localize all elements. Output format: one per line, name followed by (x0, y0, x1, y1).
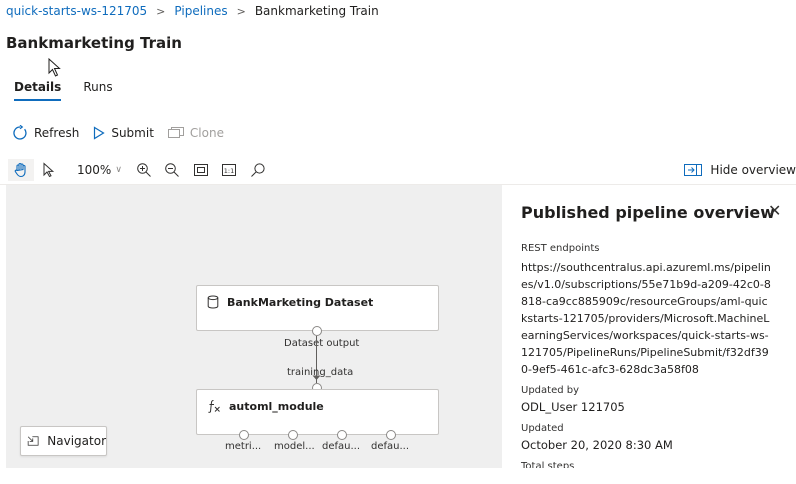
automl-function-icon (208, 400, 220, 413)
hand-pan-icon (14, 162, 26, 178)
search-icon (251, 163, 265, 177)
actual-size-icon: 1:1 (222, 164, 236, 176)
updated-value: October 20, 2020 8:30 AM (521, 438, 673, 452)
automl-output-port-1[interactable] (239, 430, 249, 440)
clone-icon (167, 127, 184, 138)
rest-endpoints-label: REST endpoints (521, 243, 600, 254)
select-tool-button[interactable] (42, 162, 56, 178)
automl-output-label-1: metri... (225, 441, 262, 452)
zoom-value: 100% (77, 163, 112, 177)
chevron-down-icon: ∨ (115, 165, 122, 175)
updated-label: Updated (521, 423, 564, 434)
dataset-node-title: BankMarketing Dataset (207, 295, 373, 309)
zoom-in-icon (137, 163, 151, 177)
automl-node-title: automl_module (207, 399, 324, 413)
submit-label: Submit (111, 126, 154, 140)
breadcrumb: quick-starts-ws-121705 > Pipelines > Ban… (6, 2, 379, 20)
automl-output-port-2[interactable] (288, 430, 298, 440)
fit-to-screen-button[interactable] (193, 162, 209, 178)
training-data-label: training_data (287, 367, 354, 378)
actual-size-label: 1:1 (224, 167, 234, 175)
automl-output-port-4[interactable] (386, 430, 396, 440)
search-button[interactable] (250, 162, 266, 178)
play-icon (94, 126, 105, 140)
automl-node-label: automl_module (229, 399, 324, 413)
zoom-out-button[interactable] (164, 162, 180, 178)
breadcrumb-workspace-link[interactable]: quick-starts-ws-121705 (6, 4, 147, 18)
tab-list: Details Runs (14, 80, 113, 101)
refresh-label: Refresh (34, 126, 80, 140)
mouse-cursor-icon (48, 58, 61, 77)
navigator-icon (27, 436, 39, 446)
navigator-button[interactable]: Navigator (20, 426, 107, 456)
automl-output-label-4: defau... (371, 441, 410, 452)
rest-endpoint-value: https://southcentralus.api.azureml.ms/pi… (521, 261, 771, 376)
hide-overview-icon (684, 164, 703, 176)
automl-node[interactable]: automl_module (196, 389, 439, 435)
fit-to-screen-icon (194, 164, 208, 176)
refresh-icon (13, 125, 27, 140)
pan-tool-button[interactable] (13, 162, 29, 178)
refresh-button[interactable]: Refresh (12, 125, 79, 141)
actual-size-button[interactable]: 1:1 (221, 162, 237, 178)
hide-overview-label: Hide overview (710, 163, 796, 177)
submit-button[interactable]: Submit (93, 126, 154, 140)
pipeline-canvas[interactable]: BankMarketing Dataset Dataset output tra… (6, 185, 502, 468)
hide-overview-button[interactable]: Hide overview (684, 163, 796, 177)
tab-runs[interactable]: Runs (83, 80, 112, 101)
database-icon (207, 295, 219, 309)
automl-output-label-3: defau... (322, 441, 361, 452)
page-title: Bankmarketing Train (6, 34, 182, 52)
tab-details[interactable]: Details (14, 80, 62, 101)
automl-output-port-3[interactable] (337, 430, 347, 440)
overview-panel-title: Published pipeline overview (521, 203, 776, 222)
dataset-output-label: Dataset output (284, 338, 360, 349)
dataset-node-label: BankMarketing Dataset (227, 295, 374, 309)
updated-by-value: ODL_User 121705 (521, 400, 625, 414)
updated-by-label: Updated by (521, 385, 580, 396)
zoom-dropdown[interactable]: 100% ∨ (77, 163, 122, 177)
automl-output-label-2: model... (274, 441, 315, 452)
breadcrumb-separator: > (156, 4, 166, 18)
pointer-select-icon (43, 162, 55, 178)
clone-button[interactable]: Clone (167, 126, 224, 140)
graph-toolbar: 100% ∨ 1:1 Hide overview (0, 155, 796, 185)
panel-clip (502, 468, 796, 484)
close-icon[interactable]: ✕ (768, 203, 781, 219)
zoom-out-icon (165, 163, 179, 177)
dataset-output-port[interactable] (312, 326, 322, 336)
breadcrumb-current: Bankmarketing Train (254, 4, 379, 18)
zoom-in-button[interactable] (136, 162, 152, 178)
overview-panel: Published pipeline overview ✕ REST endpo… (502, 185, 796, 484)
clone-label: Clone (189, 126, 224, 140)
command-bar: Refresh Submit Clone (12, 125, 224, 141)
navigator-label: Navigator (47, 434, 106, 448)
breadcrumb-pipelines-link[interactable]: Pipelines (174, 4, 227, 18)
dataset-node[interactable]: BankMarketing Dataset (196, 285, 439, 331)
breadcrumb-separator: > (236, 4, 246, 18)
